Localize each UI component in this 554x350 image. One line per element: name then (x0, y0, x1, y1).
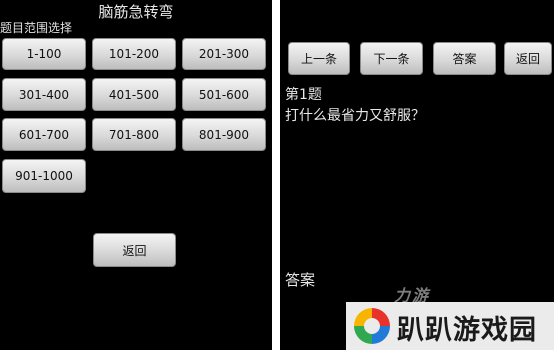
range-button-201-300[interactable]: 201-300 (182, 38, 266, 70)
range-button-901-1000[interactable]: 901-1000 (2, 159, 86, 193)
range-button-1-100[interactable]: 1-100 (2, 38, 86, 70)
range-button-301-400[interactable]: 301-400 (2, 78, 86, 111)
question-number: 第1题 (285, 87, 322, 103)
watermark-brand-text: 趴趴游戏园 (397, 315, 537, 346)
range-button-701-800[interactable]: 701-800 (92, 118, 176, 151)
range-select-label: 题目范围选择 (0, 21, 73, 35)
back-button[interactable]: 返回 (93, 233, 176, 267)
range-button-501-600[interactable]: 501-600 (182, 78, 266, 111)
next-button[interactable]: 下一条 (360, 42, 423, 75)
previous-button[interactable]: 上一条 (288, 42, 350, 75)
answer-label: 答案 (285, 271, 316, 289)
back-button[interactable]: 返回 (504, 42, 552, 75)
range-select-screen: 脑筋急转弯 题目范围选择 1-100 101-200 201-300 301-4… (0, 0, 272, 350)
brand-logo-icon (354, 308, 390, 344)
question-text: 打什么最省力又舒服？ (285, 108, 425, 124)
range-button-601-700[interactable]: 601-700 (2, 118, 86, 151)
range-button-801-900[interactable]: 801-900 (182, 118, 266, 151)
range-button-401-500[interactable]: 401-500 (92, 78, 176, 111)
watermark: 力游 趴趴游戏园 (342, 282, 554, 350)
range-button-101-200[interactable]: 101-200 (92, 38, 176, 70)
answer-button[interactable]: 答案 (433, 42, 496, 75)
